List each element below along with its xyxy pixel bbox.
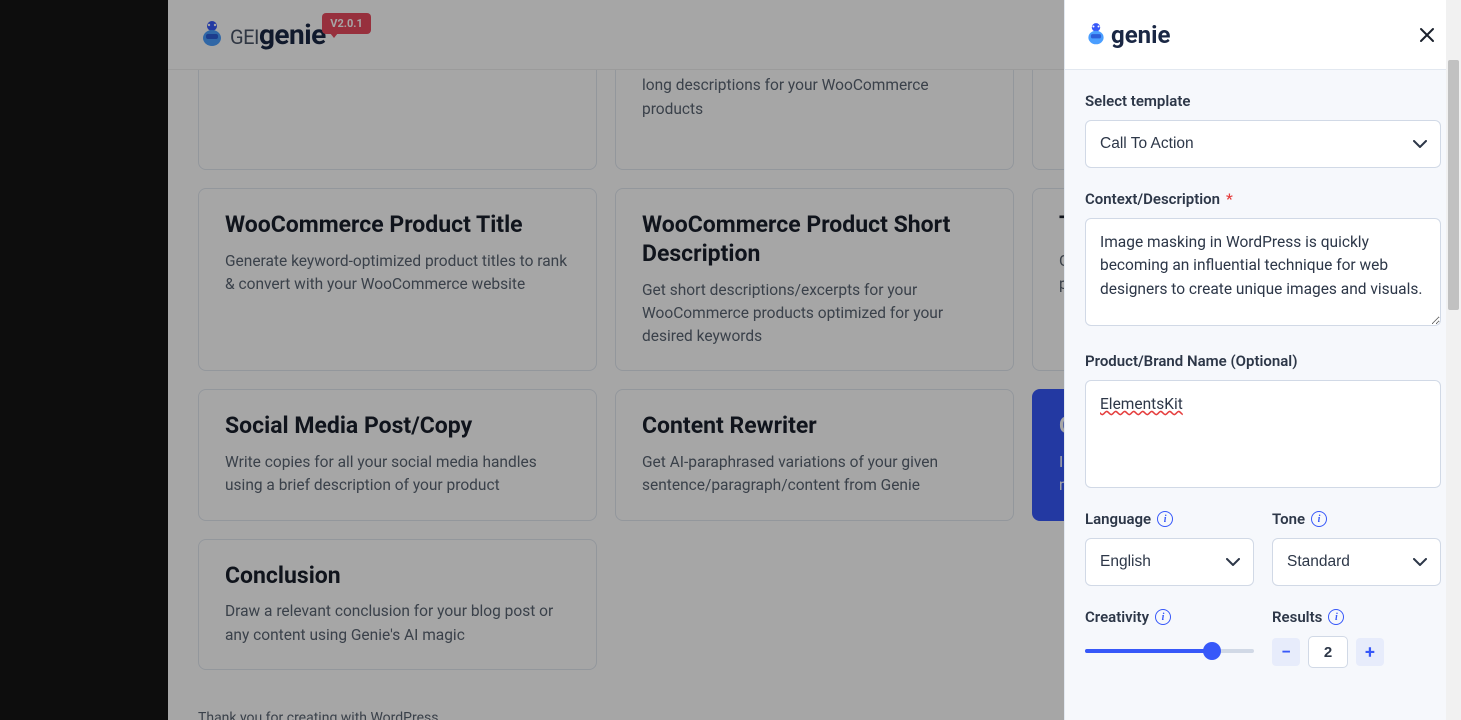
info-icon[interactable]: i	[1311, 511, 1327, 527]
close-button[interactable]	[1413, 21, 1441, 49]
panel-logo: genie	[1085, 21, 1170, 49]
language-label: Language i	[1085, 510, 1254, 528]
tone-label: Tone i	[1272, 510, 1441, 528]
scrollbar-thumb[interactable]	[1448, 60, 1459, 310]
creativity-slider[interactable]	[1085, 649, 1254, 653]
template-label: Select template	[1085, 92, 1441, 110]
settings-panel: genie Select template Context/Descrip	[1064, 0, 1461, 720]
brand-label: Product/Brand Name (Optional)	[1085, 352, 1441, 370]
increment-button[interactable]: +	[1356, 638, 1384, 666]
tone-select[interactable]	[1272, 538, 1441, 586]
results-label: Results i	[1272, 608, 1441, 626]
template-select[interactable]	[1085, 120, 1441, 168]
results-input[interactable]	[1308, 636, 1348, 668]
admin-sidebar	[0, 0, 168, 720]
context-label: Context/Description *	[1085, 190, 1441, 208]
info-icon[interactable]: i	[1155, 609, 1171, 625]
scrollbar[interactable]	[1446, 0, 1461, 720]
info-icon[interactable]: i	[1328, 609, 1344, 625]
decrement-button[interactable]: −	[1272, 638, 1300, 666]
language-select[interactable]	[1085, 538, 1254, 586]
close-icon	[1419, 27, 1435, 43]
creativity-label: Creativity i	[1085, 608, 1254, 626]
info-icon[interactable]: i	[1157, 511, 1173, 527]
brand-textarea[interactable]: ElementsKit	[1085, 380, 1441, 488]
slider-thumb[interactable]	[1203, 642, 1221, 660]
context-textarea[interactable]: Image masking in WordPress is quickly be…	[1085, 218, 1441, 326]
